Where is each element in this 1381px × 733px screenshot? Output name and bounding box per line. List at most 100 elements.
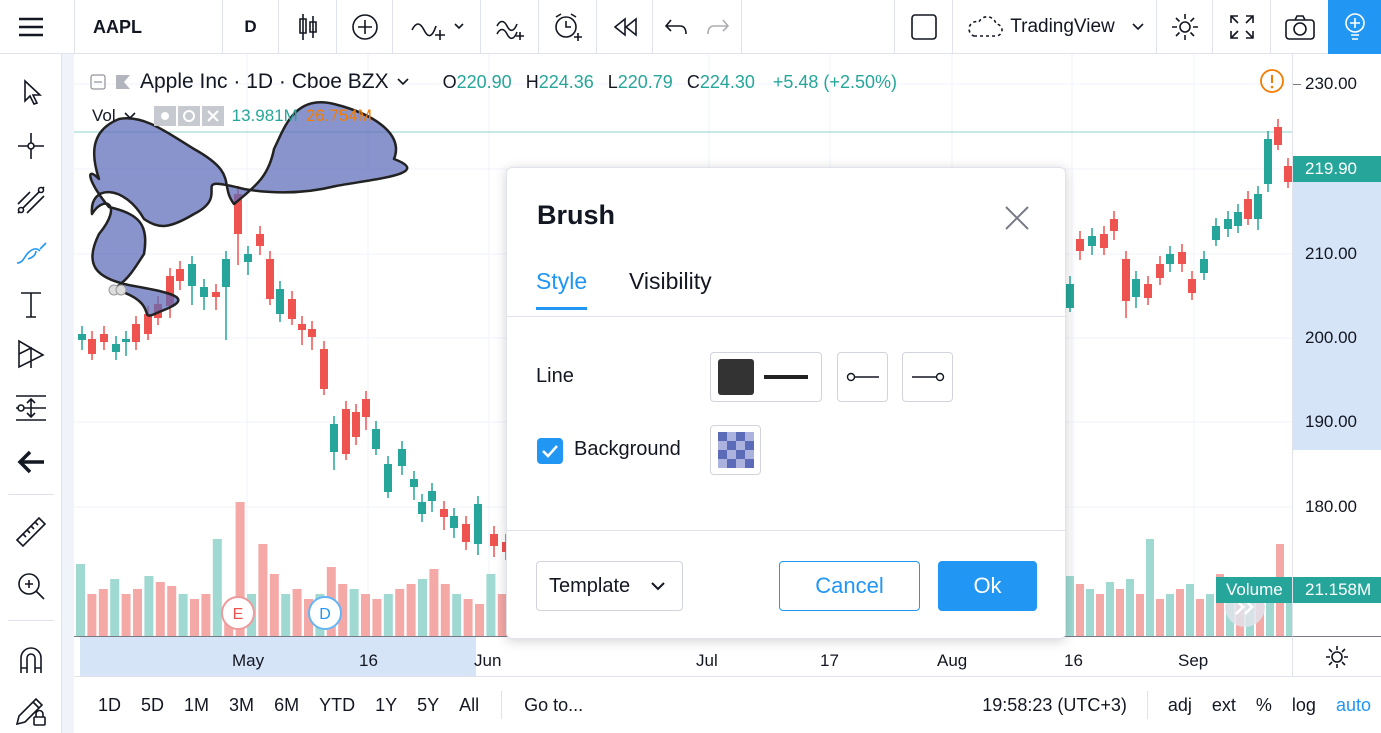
close-icon[interactable] <box>1003 204 1031 232</box>
cancel-button[interactable]: Cancel <box>779 561 920 611</box>
background-color-button[interactable] <box>710 425 761 475</box>
candle-body <box>1122 259 1130 301</box>
range-1m[interactable]: 1M <box>174 695 219 716</box>
eye-icon[interactable] <box>153 106 176 126</box>
fullscreen-button[interactable] <box>1212 0 1270 54</box>
crosshair-tool[interactable] <box>0 120 62 172</box>
fullscreen-icon <box>1229 15 1254 39</box>
close-icon[interactable] <box>201 106 224 126</box>
volume-study-label[interactable]: Vol <box>92 106 116 126</box>
line-end-button[interactable] <box>902 352 953 402</box>
log-toggle[interactable]: log <box>1282 695 1326 716</box>
line-label: Line <box>536 365 574 387</box>
series-legend: Apple Inc · 1D · Cboe BZX O220.90 H224.3… <box>90 70 897 94</box>
square-layout-icon <box>910 14 937 40</box>
current-price-badge: 219.90 <box>1293 156 1381 182</box>
zoom-in-icon <box>18 573 45 600</box>
layout-name-label: TradingView <box>1010 16 1115 37</box>
layout-select-button[interactable] <box>894 0 952 54</box>
flag-icon[interactable] <box>114 74 132 90</box>
range-all[interactable]: All <box>449 695 489 716</box>
interval-button[interactable]: D <box>222 0 278 54</box>
text-tool[interactable] <box>0 278 62 330</box>
earnings-marker[interactable]: E <box>221 596 255 630</box>
undo-icon[interactable] <box>663 16 689 38</box>
brush-handle[interactable] <box>115 284 127 296</box>
auto-toggle[interactable]: auto <box>1326 695 1381 716</box>
volume-bar <box>406 584 416 636</box>
range-1d[interactable]: 1D <box>88 695 131 716</box>
ok-button[interactable]: Ok <box>938 561 1037 611</box>
measure-tool[interactable] <box>0 506 62 558</box>
indicators-button[interactable] <box>392 0 480 54</box>
back-arrow-tool[interactable] <box>0 436 62 488</box>
candle-body <box>1156 264 1164 278</box>
chevron-down-icon <box>397 78 409 86</box>
time-scale[interactable]: May 16 Jun Jul 17 Aug 16 Sep <box>74 636 1292 677</box>
trendline-tool[interactable] <box>0 174 62 226</box>
templates-icon <box>495 20 524 40</box>
replay-button[interactable] <box>596 0 652 54</box>
zoom-tool[interactable] <box>0 560 62 612</box>
candle-body <box>372 429 380 449</box>
arrow-left-icon <box>17 450 44 474</box>
layout-name-button[interactable]: TradingView <box>952 0 1156 54</box>
percent-toggle[interactable]: % <box>1246 695 1282 716</box>
ext-toggle[interactable]: ext <box>1202 695 1246 716</box>
tab-style[interactable]: Style <box>536 268 588 310</box>
scale-settings-button[interactable] <box>1292 636 1381 676</box>
range-ytd[interactable]: YTD <box>309 695 365 716</box>
dividend-marker[interactable]: D <box>308 596 342 630</box>
range-5y[interactable]: 5Y <box>407 695 449 716</box>
gear-icon[interactable] <box>177 106 200 126</box>
template-dropdown[interactable]: Template <box>536 561 683 611</box>
camera-icon <box>1284 15 1315 40</box>
timezone-clock[interactable]: 19:58:23 (UTC+3) <box>972 695 1137 716</box>
line-style-button[interactable] <box>710 352 822 402</box>
candle-body <box>450 516 458 528</box>
screenshot-button[interactable] <box>1270 0 1328 54</box>
volume-bar <box>486 574 496 636</box>
brush-drawing[interactable] <box>89 101 409 317</box>
range-1y[interactable]: 1Y <box>365 695 407 716</box>
volume-bar <box>1076 584 1084 636</box>
brush-settings-dialog: Brush Style Visibility Line Background T… <box>506 167 1066 639</box>
compare-button[interactable] <box>336 0 392 54</box>
ruler-icon <box>15 516 47 548</box>
tab-visibility[interactable]: Visibility <box>629 268 712 295</box>
warning-icon[interactable] <box>1259 68 1285 94</box>
chart-settings-button[interactable] <box>1156 0 1212 54</box>
candle-body <box>1100 234 1108 248</box>
menu-button[interactable] <box>0 0 62 54</box>
symbol-search-button[interactable]: AAPL <box>74 0 222 54</box>
template-label: Template <box>549 574 631 597</box>
pattern-tool[interactable] <box>0 328 62 380</box>
range-3m[interactable]: 3M <box>219 695 264 716</box>
price-scale[interactable]: 230.00 210.00 200.00 190.00 180.00 219.9… <box>1292 54 1381 676</box>
chevron-down-icon <box>651 582 665 591</box>
lock-drawings-tool[interactable] <box>0 684 62 733</box>
publish-idea-button[interactable] <box>1328 0 1381 54</box>
goto-date-button[interactable]: Go to... <box>514 695 593 716</box>
cursor-tool[interactable] <box>0 66 62 118</box>
volume-bar <box>440 584 450 636</box>
chevron-down-icon <box>124 112 136 120</box>
range-5d[interactable]: 5D <box>131 695 174 716</box>
collapse-legend-icon[interactable] <box>90 74 106 90</box>
brush-tool[interactable] <box>0 228 62 280</box>
adj-toggle[interactable]: adj <box>1158 695 1202 716</box>
alert-button[interactable] <box>538 0 596 54</box>
time-label: Sep <box>1178 651 1209 670</box>
templates-button[interactable] <box>480 0 538 54</box>
prediction-tool[interactable] <box>0 382 62 434</box>
symbol-title[interactable]: Apple Inc · 1D · Cboe BZX <box>140 70 389 94</box>
toolbar-splitter[interactable] <box>62 54 74 733</box>
range-6m[interactable]: 6M <box>264 695 309 716</box>
line-start-button[interactable] <box>837 352 888 402</box>
candle-body <box>1110 219 1118 231</box>
chart-type-button[interactable] <box>278 0 336 54</box>
magnet-tool[interactable] <box>0 634 62 686</box>
candle-body <box>410 479 418 487</box>
background-checkbox[interactable] <box>537 438 563 464</box>
redo-icon[interactable] <box>705 16 731 38</box>
